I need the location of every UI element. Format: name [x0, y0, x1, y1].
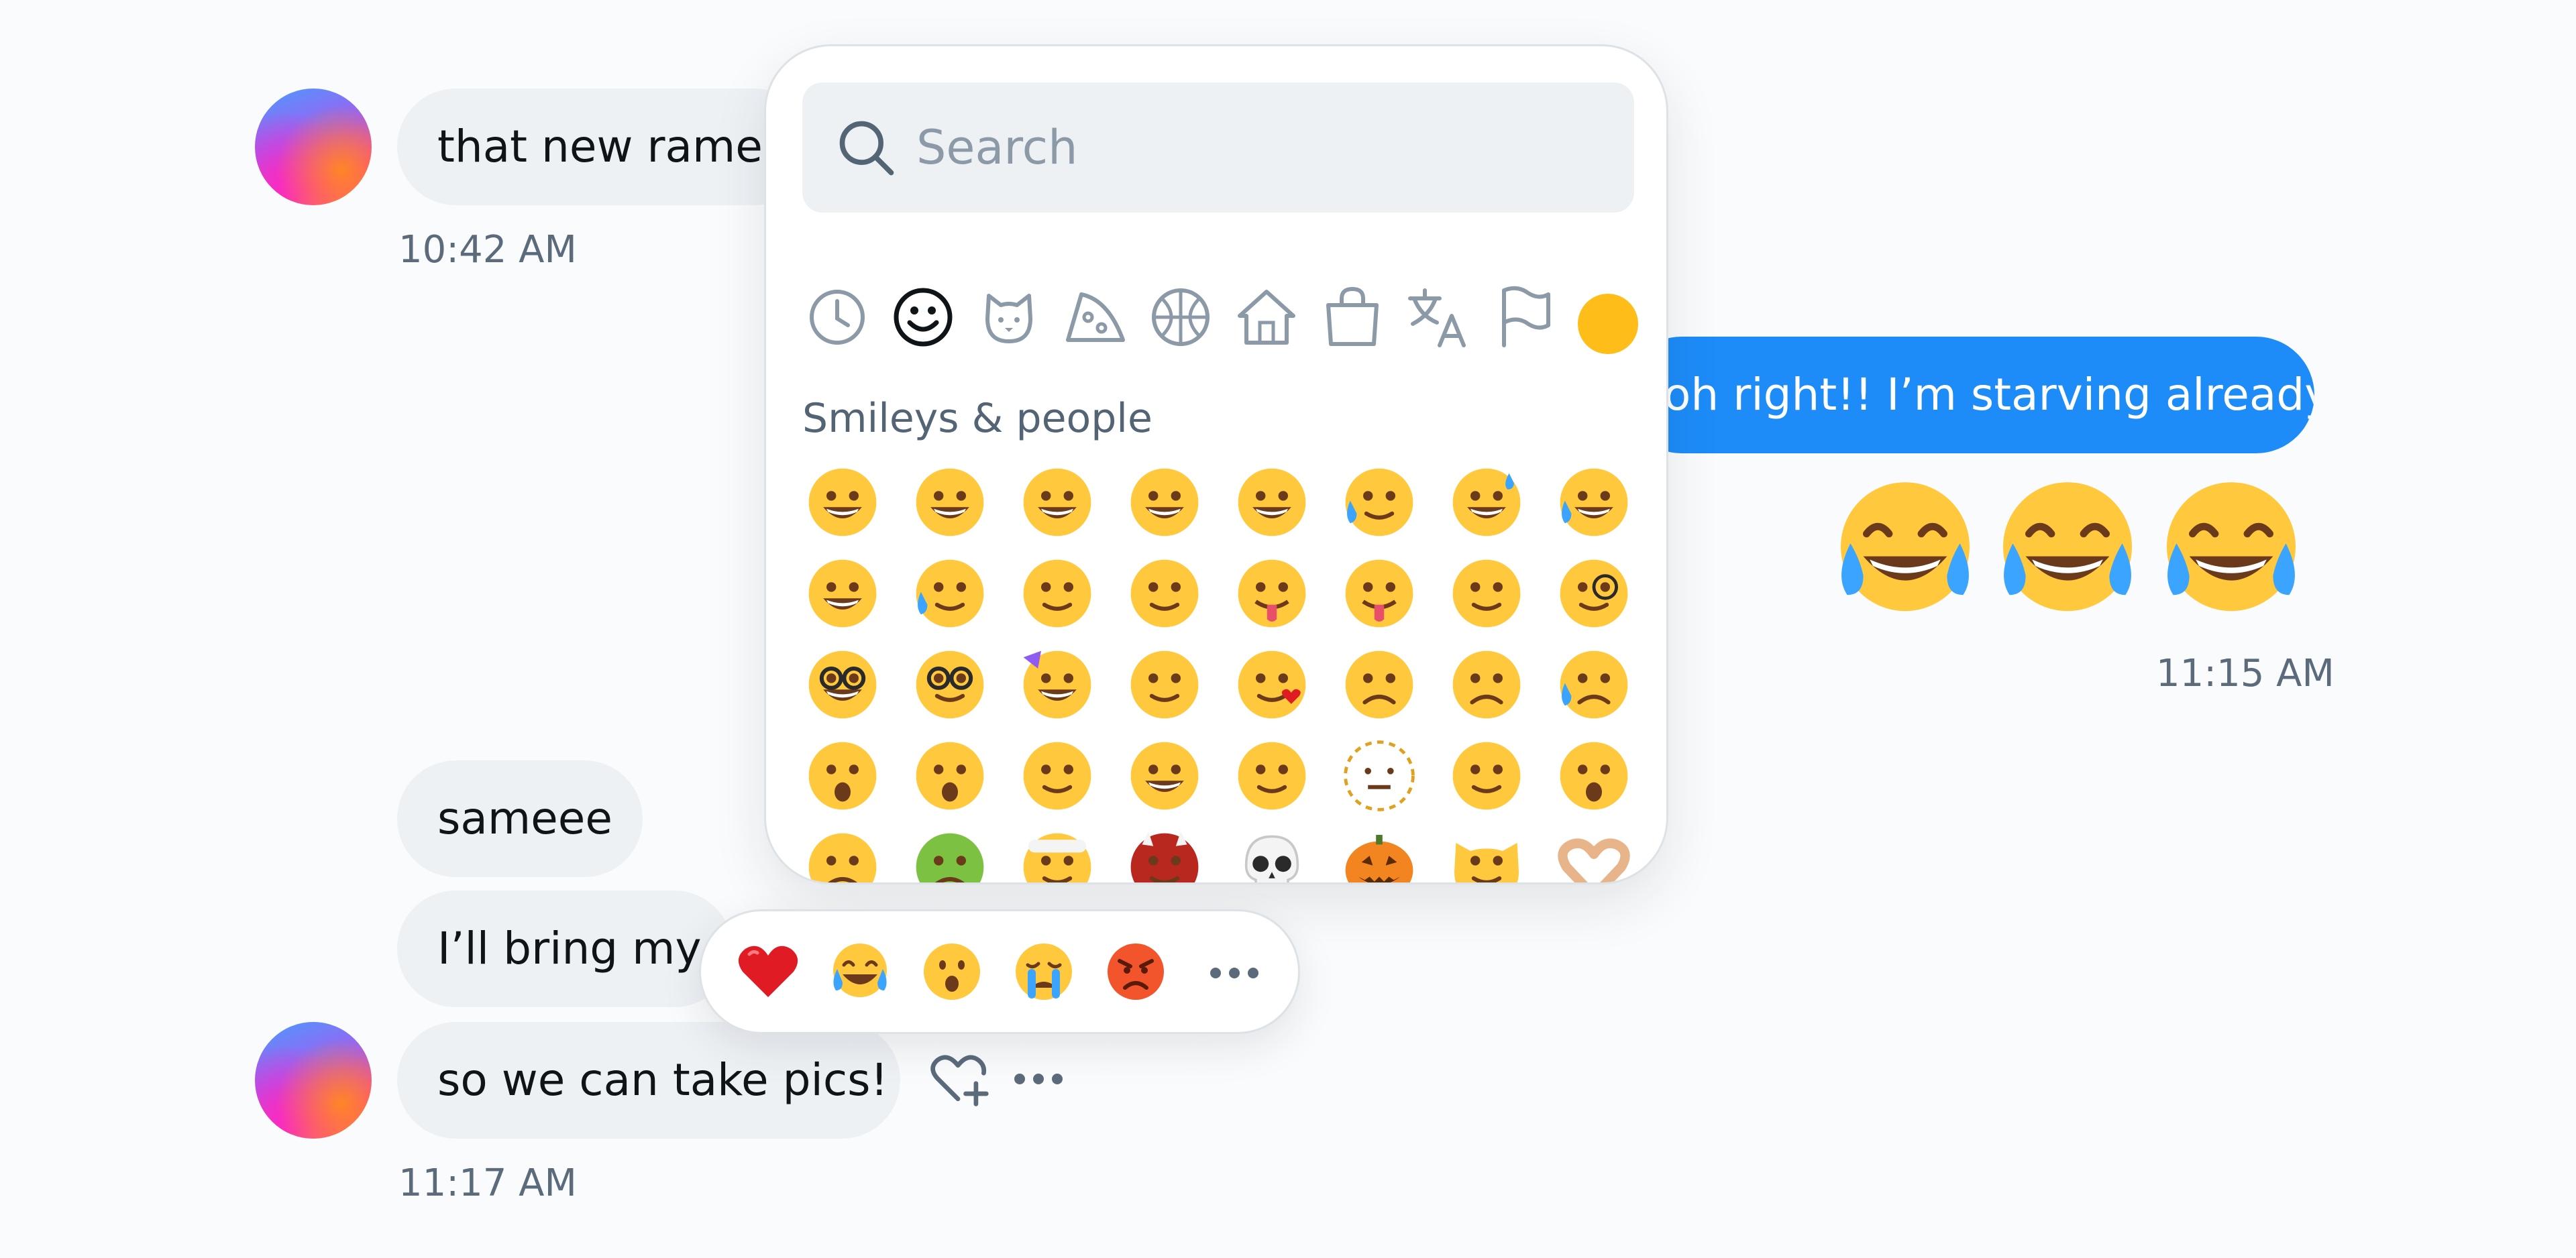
joy-emoji [2167, 482, 2296, 612]
smiley-icon[interactable] [890, 284, 957, 351]
skull-emoji[interactable] [1232, 827, 1312, 884]
travel-icon[interactable] [1233, 284, 1300, 351]
flag-icon[interactable] [1491, 284, 1558, 351]
sob-reaction[interactable] [1010, 938, 1077, 1005]
section-title: Smileys & people [802, 395, 1152, 442]
more-reactions-icon[interactable] [1210, 968, 1258, 978]
activity-icon[interactable] [1147, 284, 1214, 351]
message-bubble[interactable]: I’ll bring my f [397, 891, 733, 1007]
heart-reaction[interactable] [735, 938, 802, 1005]
tongue-out-emoji[interactable] [1232, 553, 1312, 634]
add-reaction-icon[interactable] [926, 1046, 990, 1110]
timestamp: 11:15 AM [2156, 652, 2334, 695]
holding-back-tears-emoji[interactable] [1339, 462, 1419, 542]
timestamp: 10:42 AM [398, 228, 577, 272]
smiley-emoji[interactable] [910, 462, 990, 542]
smile-emoji[interactable] [1017, 462, 1097, 542]
message-text: so we can take pics! [437, 1054, 888, 1106]
more-options-icon[interactable] [1014, 1074, 1063, 1084]
screaming-emoji[interactable] [910, 736, 990, 816]
hushed-emoji[interactable] [1554, 736, 1634, 816]
message-bubble[interactable]: sameee [397, 760, 643, 877]
worried-emoji[interactable] [1339, 644, 1419, 725]
nerd-emoji[interactable] [802, 644, 883, 725]
animal-icon[interactable] [975, 284, 1042, 351]
grin-emoji[interactable] [1124, 462, 1205, 542]
search-icon [839, 121, 894, 176]
avatar[interactable] [255, 1022, 372, 1139]
recent-icon[interactable] [804, 284, 871, 351]
grinning-emoji[interactable] [802, 462, 883, 542]
search-input[interactable]: Search [802, 82, 1634, 213]
party-emoji[interactable] [1017, 644, 1097, 725]
nauseated-emoji[interactable] [910, 827, 990, 884]
emoji-picker: Search Smileys & people [764, 44, 1668, 884]
wow-reaction[interactable] [918, 938, 985, 1005]
ogre-emoji[interactable] [1124, 827, 1205, 884]
reaction-bar [699, 909, 1300, 1034]
kissing-heart-emoji[interactable] [1232, 644, 1312, 725]
message-text: I’ll bring my f [437, 923, 731, 974]
message-bubble-outgoing[interactable]: oh right!! I’m starving already [1623, 337, 2314, 453]
winking-tongue-emoji[interactable] [1339, 553, 1419, 634]
heart-hands-emoji[interactable] [1554, 827, 1634, 884]
message-text: sameee [437, 793, 612, 844]
joy-emoji [2003, 482, 2132, 612]
joy-reaction[interactable] [826, 938, 894, 1005]
sighing-emoji[interactable] [802, 827, 883, 884]
bandage-emoji[interactable] [1017, 827, 1097, 884]
timestamp: 11:17 AM [398, 1161, 577, 1205]
saluting-emoji[interactable] [1232, 736, 1312, 816]
joy-emoji [1841, 482, 1970, 612]
message-text: that new ramen [437, 121, 791, 172]
thinking-emoji[interactable] [1017, 736, 1097, 816]
unamused-emoji[interactable] [1124, 644, 1205, 725]
rofl-emoji[interactable] [802, 553, 883, 634]
crying-emoji[interactable] [1554, 644, 1634, 725]
relaxed-emoji[interactable] [1017, 553, 1097, 634]
message-bubble[interactable]: that new ramen [397, 89, 813, 205]
upside-down-emoji[interactable] [1446, 553, 1527, 634]
kissing-closed-eyes-emoji[interactable] [1124, 553, 1205, 634]
dotted-line-emoji[interactable] [1339, 736, 1419, 816]
avatar[interactable] [255, 89, 372, 205]
objects-icon[interactable] [1319, 284, 1386, 351]
jack-o-lantern-emoji[interactable] [1339, 827, 1419, 884]
eye-roll-emoji[interactable] [1446, 736, 1527, 816]
disguise-emoji[interactable] [910, 644, 990, 725]
hugging-emoji[interactable] [1124, 736, 1205, 816]
skin-tone-icon[interactable] [1578, 294, 1638, 354]
laughing-emoji[interactable] [1232, 462, 1312, 542]
symbols-icon[interactable] [1405, 284, 1472, 351]
face-holding-tears-emoji[interactable] [910, 553, 990, 634]
angry-reaction[interactable] [1102, 938, 1169, 1005]
sweat-smile-emoji[interactable] [1446, 462, 1527, 542]
smirk-cat-emoji[interactable] [1446, 827, 1527, 884]
joy-emoji[interactable] [1554, 462, 1634, 542]
food-icon[interactable] [1061, 284, 1128, 351]
message-bubble[interactable]: so we can take pics! [397, 1022, 900, 1139]
message-text: oh right!! I’m starving already [1664, 369, 2314, 420]
exploding-head-emoji[interactable] [802, 736, 883, 816]
search-placeholder: Search [916, 120, 1078, 175]
confounded-emoji[interactable] [1446, 644, 1527, 725]
monocle-emoji[interactable] [1554, 553, 1634, 634]
